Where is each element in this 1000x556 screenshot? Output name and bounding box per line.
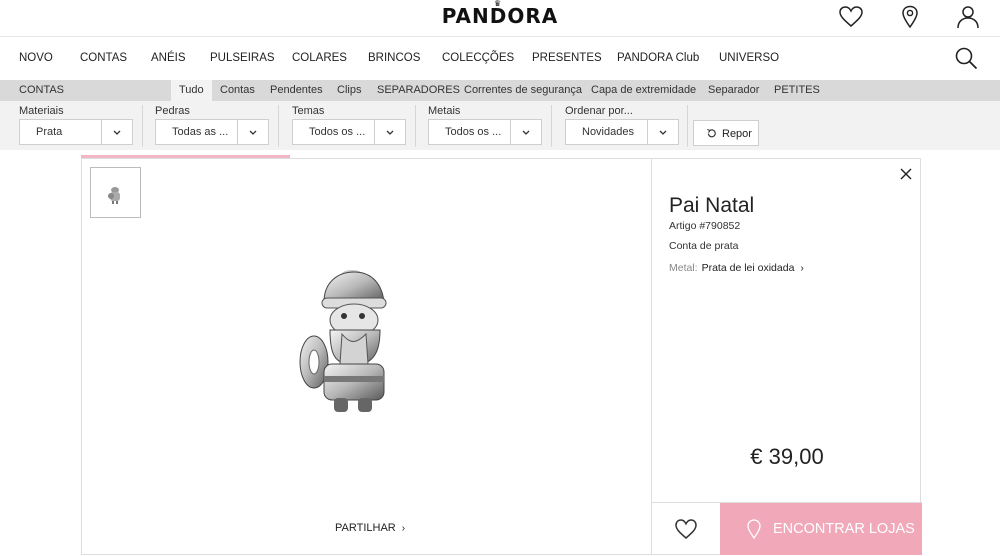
filter-metais: Metais (428, 105, 460, 119)
filter-label: Materiais (19, 105, 64, 117)
search-icon[interactable] (954, 46, 978, 70)
subnav-item-pendentes[interactable]: Pendentes (270, 80, 323, 101)
ordenar-select[interactable]: Novidades (565, 119, 679, 145)
filter-divider (687, 105, 688, 147)
filter-temas: Temas (292, 105, 324, 119)
filter-divider (278, 105, 279, 147)
share-label: PARTILHAR (335, 522, 396, 534)
subnav-item-correntes[interactable]: Correntes de segurança (464, 80, 582, 101)
nav-item-pulseiras[interactable]: PULSEIRAS (210, 52, 275, 64)
subnav-item-petites[interactable]: PETITES (774, 80, 820, 101)
heart-icon[interactable] (838, 4, 864, 30)
product-thumbnail[interactable] (90, 167, 141, 218)
top-header: ♛ PANDORA (0, 0, 1000, 37)
nav-item-coleccoes[interactable]: COLECÇÕES (442, 52, 514, 64)
reset-filters-button[interactable]: Repor (693, 120, 759, 146)
select-value: Todos os ... (309, 126, 366, 138)
product-price: € 39,00 (750, 444, 824, 469)
main-nav: NOVO CONTAS ANÉIS PULSEIRAS COLARES BRIN… (0, 38, 1000, 80)
add-to-wishlist-button[interactable] (652, 503, 720, 555)
sub-nav: CONTAS Tudo Contas Pendentes Clips SEPAR… (0, 80, 1000, 101)
filter-materiais: Materiais (19, 105, 64, 119)
share-link[interactable]: PARTILHAR › (335, 522, 405, 534)
select-value: Todos os ... (445, 126, 502, 138)
nav-item-universo[interactable]: UNIVERSO (719, 52, 779, 64)
user-icon[interactable] (955, 4, 981, 30)
select-divider (374, 120, 375, 144)
subnav-item-capa[interactable]: Capa de extremidade (591, 80, 696, 101)
metal-row: Metal: Prata de lei oxidada › (669, 262, 804, 274)
subnav-category-label: CONTAS (19, 84, 65, 96)
subnav-item-contas[interactable]: Contas (220, 80, 255, 101)
product-name: Pai Natal (669, 194, 755, 217)
chevron-down-icon (522, 130, 530, 135)
nav-item-aneis[interactable]: ANÉIS (151, 52, 186, 64)
santa-charm-image (299, 270, 387, 412)
product-description: Conta de prata (669, 240, 739, 252)
filter-label: Metais (428, 105, 461, 117)
thumbnail-image (108, 187, 120, 204)
nav-item-pandora-club[interactable]: PANDORA Club (617, 52, 699, 64)
select-divider (510, 120, 511, 144)
heart-icon (675, 519, 697, 539)
nav-item-contas[interactable]: CONTAS (80, 52, 127, 64)
select-value: Todas as ... (172, 126, 229, 138)
chevron-down-icon (386, 130, 394, 135)
chevron-down-icon (249, 130, 257, 135)
find-stores-button[interactable]: ENCONTRAR LOJAS (720, 503, 922, 555)
select-value: Prata (36, 126, 63, 138)
select-divider (237, 120, 238, 144)
nav-item-brincos[interactable]: BRINCOS (368, 52, 420, 64)
nav-item-colares[interactable]: COLARES (292, 52, 347, 64)
filter-divider (142, 105, 143, 147)
location-pin-icon (747, 519, 761, 539)
product-quickview: PARTILHAR › Pai Natal Artigo #790852 Cont… (81, 158, 922, 555)
subnav-item-clips[interactable]: Clips (337, 80, 361, 101)
location-pin-icon[interactable] (897, 4, 923, 30)
select-divider (647, 120, 648, 144)
subnav-item-tudo[interactable]: Tudo (171, 80, 212, 101)
filter-divider (415, 105, 416, 147)
crown-icon: ♛ (494, 0, 503, 8)
filter-bar: Materiais Prata Pedras Todas as ... Tema… (0, 101, 1000, 150)
pedras-select[interactable]: Todas as ... (155, 119, 269, 145)
metal-value-link[interactable]: Prata de lei oxidada (702, 262, 795, 274)
reset-icon (707, 128, 716, 138)
filter-label: Temas (292, 105, 325, 117)
nav-item-novo[interactable]: NOVO (19, 52, 53, 64)
select-divider (101, 120, 102, 144)
chevron-down-icon (113, 130, 121, 135)
filter-ordenar: Ordenar por... (565, 105, 633, 119)
metais-select[interactable]: Todos os ... (428, 119, 542, 145)
select-value: Novidades (582, 126, 634, 138)
product-actions: ENCONTRAR LOJAS (652, 502, 922, 555)
find-stores-label: ENCONTRAR LOJAS (773, 521, 915, 537)
filter-label: Ordenar por... (565, 105, 633, 117)
chevron-down-icon (659, 130, 667, 135)
filter-divider (551, 105, 552, 147)
product-sku: Artigo #790852 (669, 220, 741, 232)
filter-pedras: Pedras (155, 105, 190, 119)
metal-label: Metal: (669, 262, 698, 274)
product-details-panel: Pai Natal Artigo #790852 Conta de prata … (651, 159, 922, 555)
subnav-item-separadores[interactable]: SEPARADORES (377, 80, 460, 101)
materiais-select[interactable]: Prata (19, 119, 133, 145)
subnav-item-separador[interactable]: Separador (708, 80, 759, 101)
filter-label: Pedras (155, 105, 190, 117)
close-icon[interactable] (899, 167, 913, 181)
reset-label: Repor (722, 128, 752, 140)
chevron-right-icon: › (800, 262, 804, 274)
nav-item-presentes[interactable]: PRESENTES (532, 52, 602, 64)
temas-select[interactable]: Todos os ... (292, 119, 406, 145)
chevron-right-icon: › (401, 523, 406, 534)
